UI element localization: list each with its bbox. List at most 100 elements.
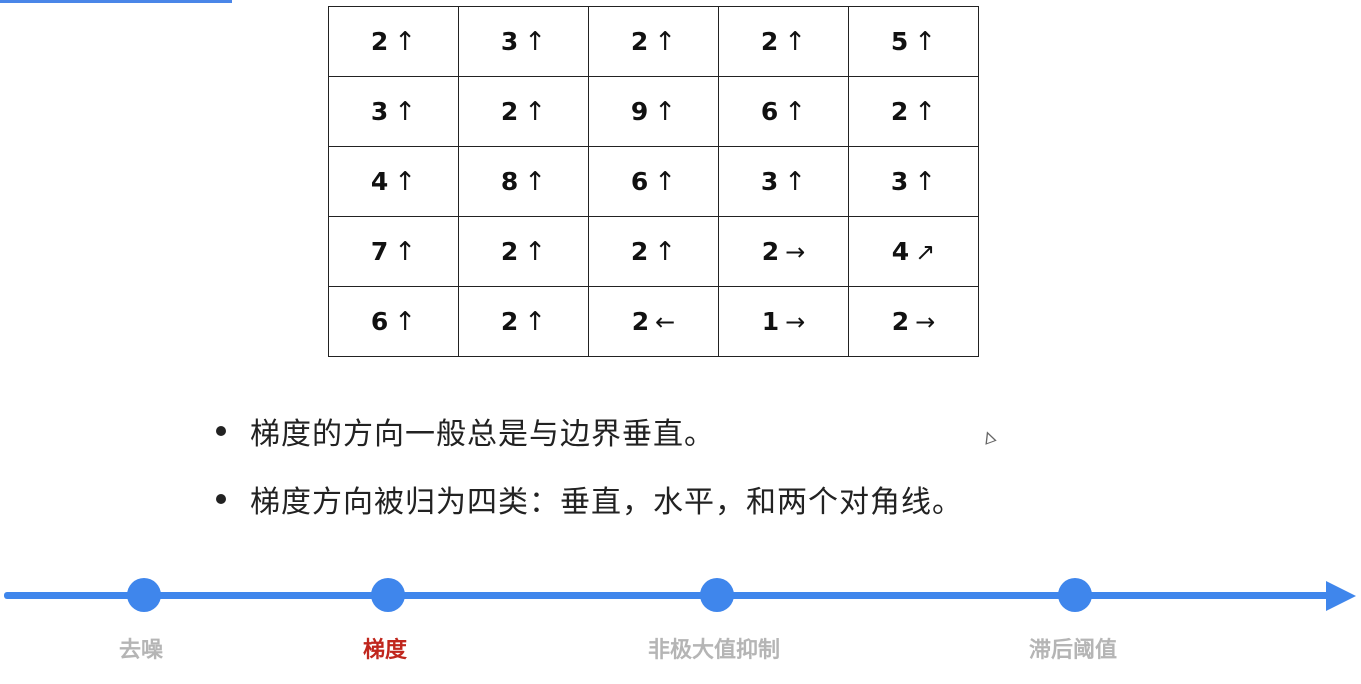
direction-arrow-icon: → [785,307,806,336]
direction-arrow-icon: ↑ [654,166,677,197]
cell-content: 2 ↑ [371,27,416,57]
cell-content: 6 ↑ [761,97,806,127]
grid-cell: 2 ← [588,286,719,357]
timeline-node-gradient[interactable] [371,578,405,612]
stage-label-denoise[interactable]: 去噪 [119,632,163,664]
cell-content: 2 → [762,237,806,266]
direction-arrow-icon: ← [655,307,676,336]
cell-content: 2 ↑ [501,97,546,127]
direction-arrow-icon: ↑ [784,26,807,57]
bullet-text: 梯度方向被归为四类：垂直，水平，和两个对角线。 [250,485,963,520]
cell-value: 2 [890,97,909,126]
cell-value: 2 [370,27,389,56]
grid-cell: 2 → [848,286,979,357]
cell-value: 3 [370,97,389,126]
bullet-dot [216,426,226,436]
grid-row: 3 ↑ 2 ↑ 9 ↑ 6 ↑ 2 ↑ [328,76,979,147]
stage-label-nms[interactable]: 非极大值抑制 [648,632,780,664]
grid-cell: 2 ↑ [458,216,589,287]
direction-arrow-icon: ↑ [394,26,417,57]
mouse-cursor-icon [981,429,997,445]
bullet-dot [216,494,226,504]
direction-arrow-icon: ↑ [654,96,677,127]
grid-cell: 2 ↑ [588,216,719,287]
grid-cell: 5 ↑ [848,6,979,77]
bullet-list: 梯度的方向一般总是与边界垂直。 梯度方向被归为四类：垂直，水平，和两个对角线。 [212,397,963,533]
bullet-item: 梯度方向被归为四类：垂直，水平，和两个对角线。 [212,465,963,533]
direction-arrow-icon: ↑ [394,236,417,267]
cell-content: 8 ↑ [501,167,546,197]
cell-content: 5 ↑ [891,27,936,57]
cell-value: 6 [630,167,649,196]
direction-arrow-icon: ↑ [394,306,417,337]
cell-value: 2 [630,27,649,56]
direction-arrow-icon: ↑ [524,166,547,197]
grid-cell: 4 ↗ [848,216,979,287]
cell-value: 2 [500,307,519,336]
direction-arrow-icon: → [785,237,806,266]
grid-cell: 2 ↑ [458,286,589,357]
cell-value: 3 [500,27,519,56]
timeline-arrow-icon [1326,581,1356,611]
top-accent-bar [0,0,232,3]
direction-arrow-icon: ↑ [394,96,417,127]
bullet-item: 梯度的方向一般总是与边界垂直。 [212,397,963,465]
stage-label-hysteresis[interactable]: 滞后阈值 [1029,632,1117,664]
cell-content: 7 ↑ [371,237,416,267]
grid-row: 7 ↑ 2 ↑ 2 ↑ 2 → 4 ↗ [328,216,979,287]
direction-arrow-icon: ↑ [914,166,937,197]
cell-value: 7 [370,237,389,266]
grid-cell: 4 ↑ [328,146,459,217]
cell-value: 2 [500,237,519,266]
grid-cell: 2 ↑ [458,76,589,147]
grid-cell: 2 ↑ [718,6,849,77]
cell-content: 2 ↑ [891,97,936,127]
timeline-node-denoise[interactable] [127,578,161,612]
cell-value: 3 [760,167,779,196]
cell-content: 2 ↑ [631,27,676,57]
grid-cell: 2 ↑ [328,6,459,77]
cell-content: 3 ↑ [761,167,806,197]
timeline-line [4,592,1334,599]
cell-content: 2 ↑ [761,27,806,57]
cell-content: 9 ↑ [631,97,676,127]
grid-cell: 3 ↑ [458,6,589,77]
cell-value: 2 [631,307,650,336]
gradient-grid: 2 ↑ 3 ↑ 2 ↑ 2 ↑ 5 ↑ 3 ↑ 2 ↑ 9 ↑ 6 ↑ 2 ↑ 4 ↑ 8 ↑ 6 ↑ 3 ↑ 3 ↑ 7 ↑ 2 ↑ 2 ↑ 2 → 4 ↗… [328,6,979,357]
cell-value: 2 [891,307,910,336]
cell-content: 3 ↑ [501,27,546,57]
direction-arrow-icon: ↗ [915,237,936,266]
cell-value: 2 [630,237,649,266]
grid-cell: 3 ↑ [718,146,849,217]
timeline-node-nms[interactable] [700,578,734,612]
cell-value: 1 [761,307,780,336]
direction-arrow-icon: ↑ [394,166,417,197]
bullet-text: 梯度的方向一般总是与边界垂直。 [250,417,715,452]
cell-content: 6 ↑ [371,307,416,337]
cell-value: 3 [890,167,909,196]
grid-cell: 6 ↑ [718,76,849,147]
cell-value: 4 [370,167,389,196]
direction-arrow-icon: ↑ [524,96,547,127]
cell-value: 6 [370,307,389,336]
direction-arrow-icon: ↑ [524,306,547,337]
stage-label-gradient[interactable]: 梯度 [363,632,407,664]
timeline-node-hysteresis[interactable] [1058,578,1092,612]
grid-cell: 8 ↑ [458,146,589,217]
cell-value: 2 [500,97,519,126]
cell-value: 5 [890,27,909,56]
cell-content: 6 ↑ [631,167,676,197]
grid-row: 4 ↑ 8 ↑ 6 ↑ 3 ↑ 3 ↑ [328,146,979,217]
cell-content: 1 → [762,307,806,336]
cell-value: 2 [760,27,779,56]
grid-cell: 2 ↑ [848,76,979,147]
grid-cell: 1 → [718,286,849,357]
direction-arrow-icon: ↑ [784,96,807,127]
grid-cell: 3 ↑ [328,76,459,147]
direction-arrow-icon: → [915,307,936,336]
direction-arrow-icon: ↑ [524,26,547,57]
cell-content: 2 → [892,307,936,336]
direction-arrow-icon: ↑ [524,236,547,267]
direction-arrow-icon: ↑ [914,26,937,57]
grid-cell: 3 ↑ [848,146,979,217]
